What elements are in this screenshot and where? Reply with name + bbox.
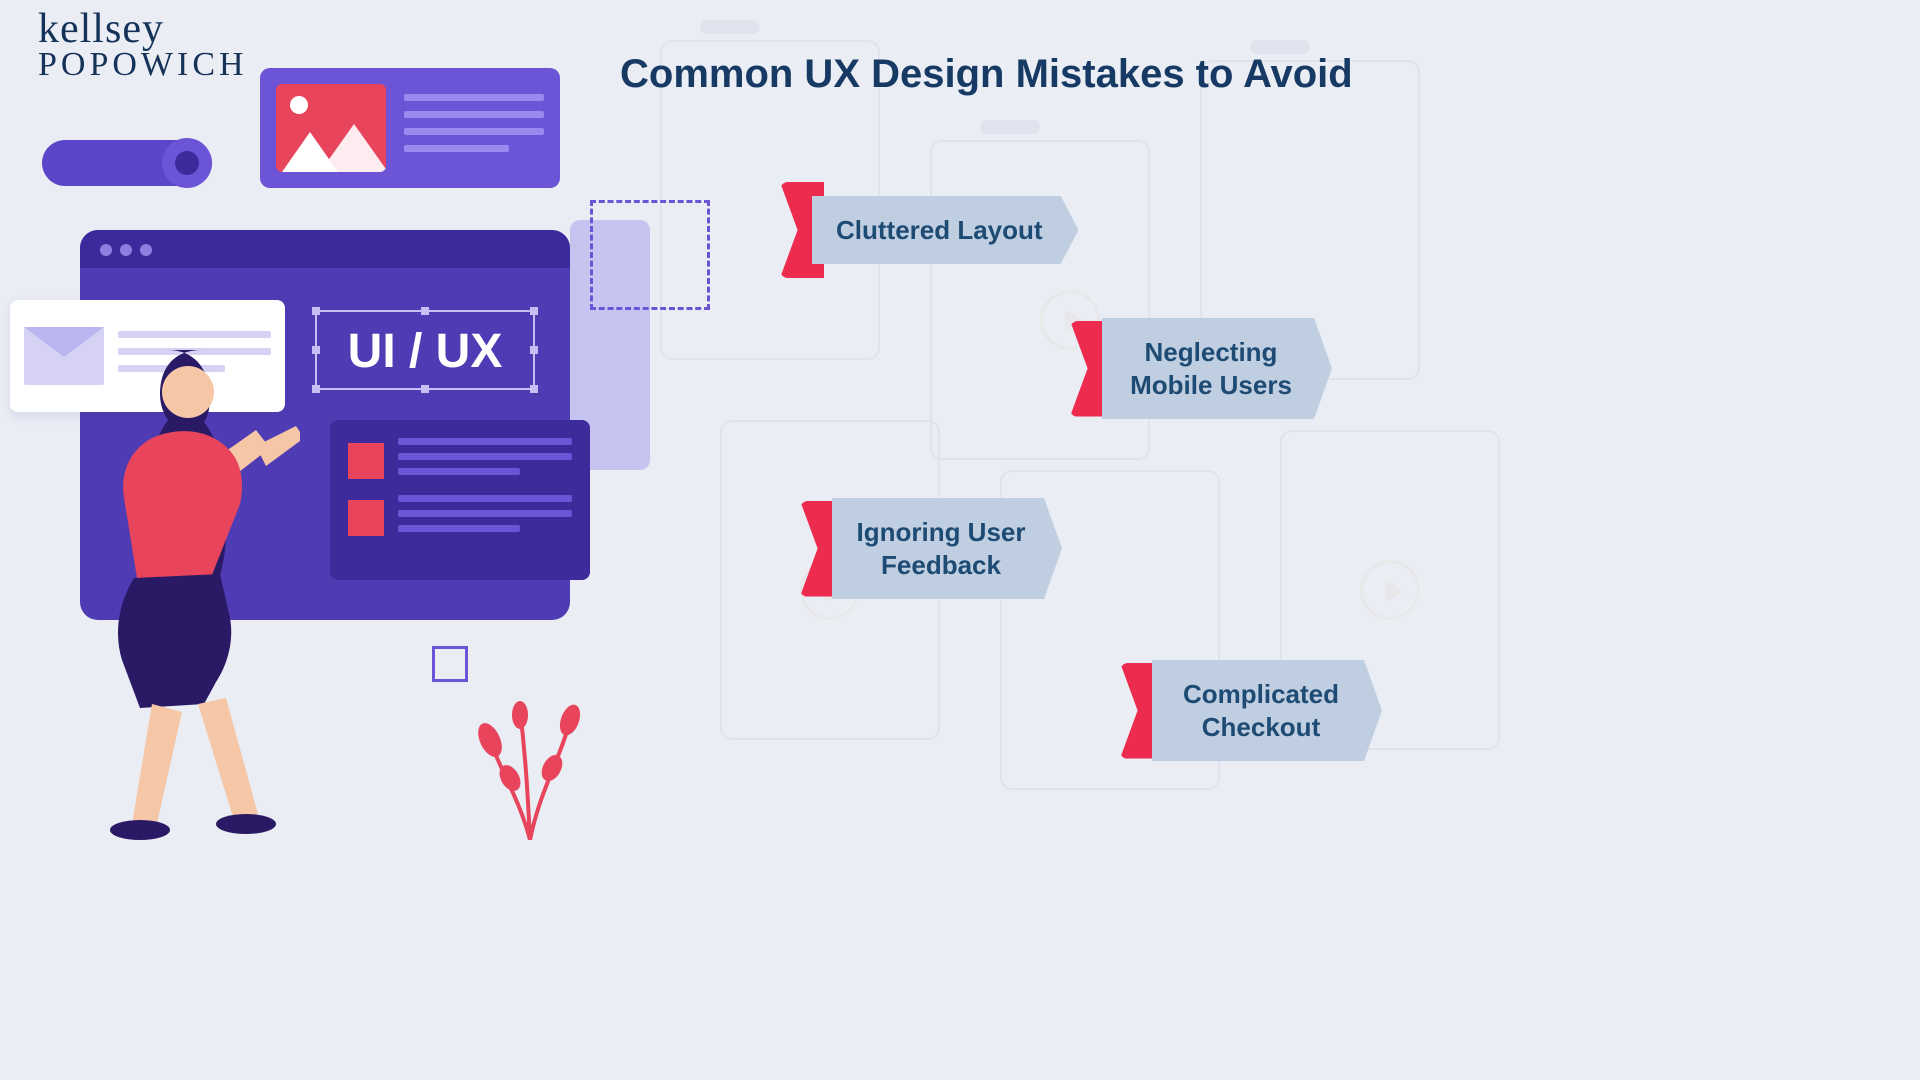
mistake-label-3: Ignoring UserFeedback [832, 498, 1062, 599]
woman-illustration [60, 320, 300, 840]
page-title: Common UX Design Mistakes to Avoid [620, 52, 1353, 97]
illus-ui-label-frame: UI / UX [315, 310, 535, 390]
mistake-label-1: Cluttered Layout [812, 196, 1079, 265]
illus-ui-label: UI / UX [317, 312, 533, 392]
illus-image-card [260, 68, 560, 188]
plant-icon [470, 690, 610, 840]
image-icon [276, 84, 386, 172]
mistake-label-2: NeglectingMobile Users [1102, 318, 1332, 419]
ux-illustration: UI / UX [10, 60, 710, 780]
logo-script: kellsey [38, 8, 248, 50]
illus-small-square [432, 646, 468, 682]
illus-toggle [42, 140, 212, 186]
mistake-bubble-4: ComplicatedCheckout [1120, 660, 1382, 761]
illus-dashed-box [590, 200, 710, 310]
mistake-bubble-1: Cluttered Layout [780, 182, 1079, 278]
mistake-bubble-3: Ignoring UserFeedback [800, 498, 1062, 599]
illus-list-card [330, 420, 590, 580]
mistake-label-4: ComplicatedCheckout [1152, 660, 1382, 761]
mistake-bubble-2: NeglectingMobile Users [1070, 318, 1332, 419]
